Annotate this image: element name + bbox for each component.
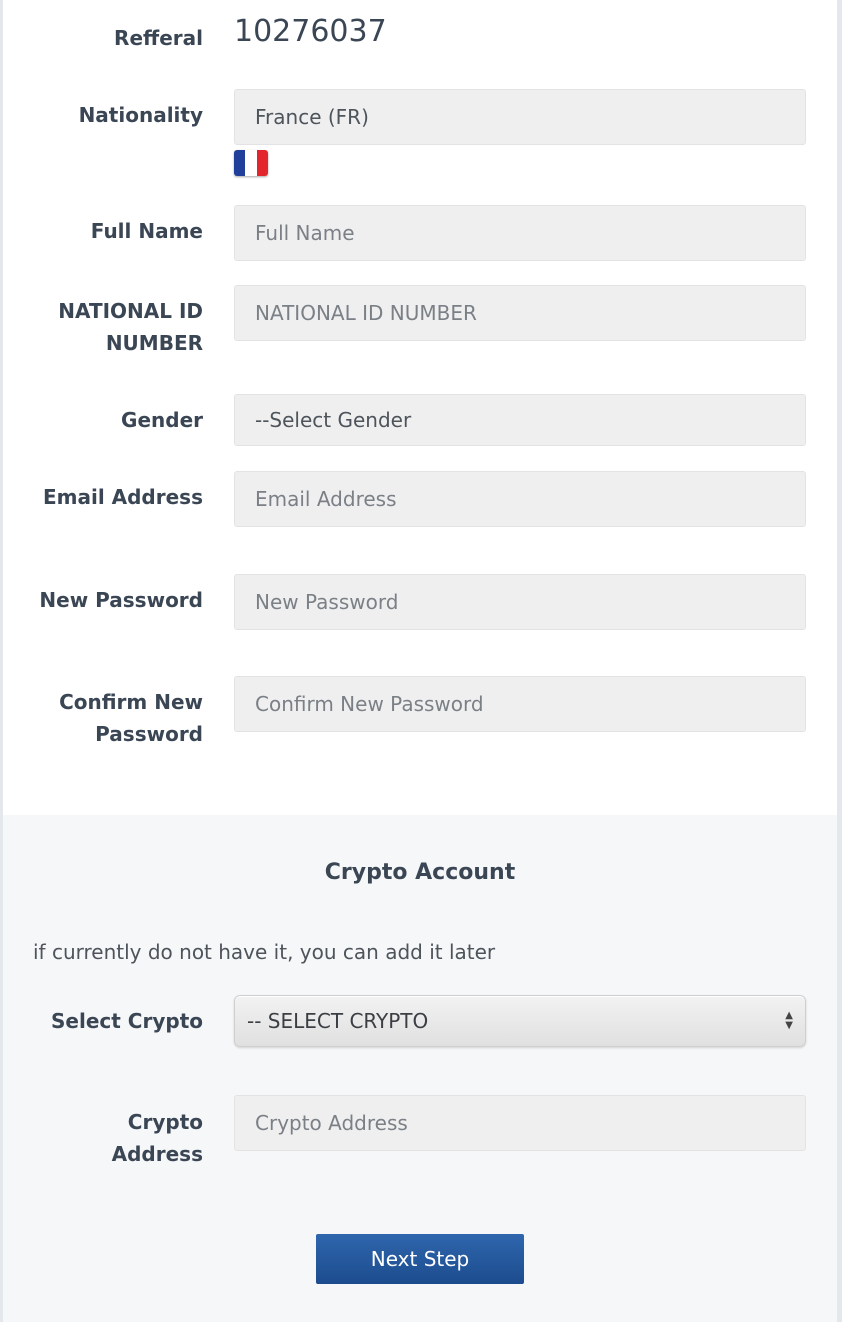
crypto-account-note: if currently do not have it, you can add… — [33, 940, 496, 964]
crypto-address-label: Crypto Address — [13, 1106, 203, 1170]
confirm-password-input[interactable] — [234, 676, 806, 732]
national-id-label-line2: NUMBER — [105, 331, 203, 355]
confirm-password-label-line1: Confirm New — [59, 690, 203, 714]
confirm-password-label: Confirm New Password — [13, 686, 203, 750]
crypto-address-label-line2: Address — [111, 1142, 203, 1166]
full-name-label: Full Name — [90, 219, 203, 243]
crypto-select-value: -- SELECT CRYPTO — [247, 1009, 429, 1033]
gender-selected-value: --Select Gender — [255, 408, 412, 432]
confirm-password-label-line2: Password — [95, 722, 203, 746]
national-id-input[interactable] — [234, 285, 806, 341]
crypto-address-label-line1: Crypto — [127, 1110, 203, 1134]
nationality-field: France (FR) — [234, 89, 806, 145]
select-arrows-icon: ▲ ▼ — [785, 1010, 793, 1031]
crypto-account-title: Crypto Account — [324, 860, 516, 885]
right-scroll-gutter — [837, 0, 842, 1322]
email-input[interactable] — [234, 471, 806, 527]
national-id-label: NATIONAL ID NUMBER — [13, 295, 203, 359]
nationality-value: France (FR) — [255, 105, 369, 129]
gender-select[interactable]: --Select Gender — [234, 394, 806, 446]
crypto-address-input[interactable] — [234, 1095, 806, 1151]
national-id-label-line1: NATIONAL ID — [58, 299, 203, 323]
registration-form-page: Refferal 10276037 Nationality France (FR… — [0, 0, 842, 1322]
next-step-button[interactable]: Next Step — [316, 1234, 524, 1284]
crypto-select[interactable]: -- SELECT CRYPTO ▲ ▼ — [234, 995, 806, 1047]
full-name-input[interactable] — [234, 205, 806, 261]
referral-label: Refferal — [114, 26, 203, 50]
new-password-input[interactable] — [234, 574, 806, 630]
referral-value: 10276037 — [234, 14, 387, 49]
nationality-label: Nationality — [78, 103, 203, 127]
select-crypto-label: Select Crypto — [51, 1009, 203, 1033]
email-label: Email Address — [42, 485, 203, 509]
new-password-label: New Password — [39, 588, 203, 612]
france-flag-icon — [234, 150, 268, 176]
gender-label: Gender — [121, 408, 203, 432]
